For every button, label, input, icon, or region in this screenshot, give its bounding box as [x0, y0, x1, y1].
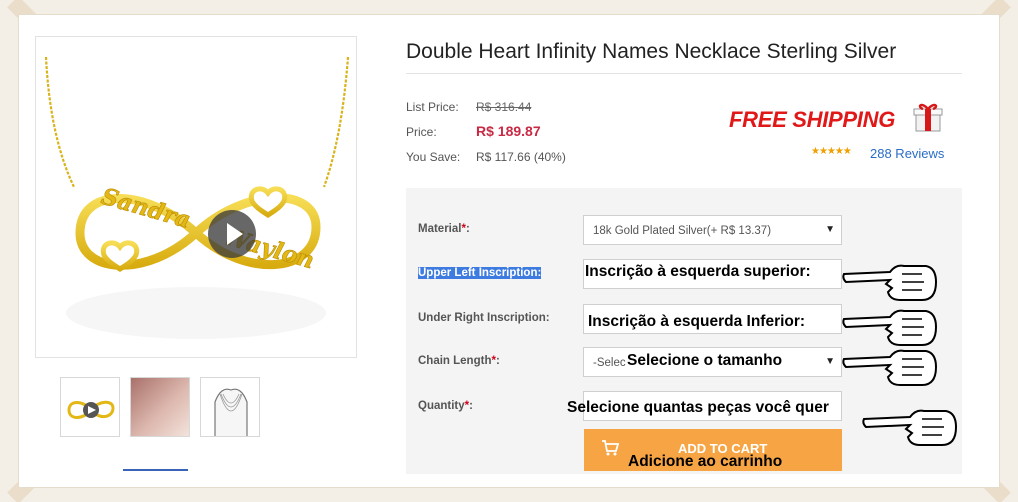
pointing-hand-icon	[862, 409, 958, 446]
thumbnail-model[interactable]	[130, 377, 190, 437]
list-price-label: List Price:	[406, 100, 459, 114]
play-icon[interactable]	[208, 210, 256, 258]
price-label: Price:	[406, 125, 437, 139]
necklace-illustration: Sandra Waylon	[44, 56, 350, 339]
price: R$ 189.87	[476, 123, 541, 139]
material-value: 18k Gold Plated Silver(+ R$ 13.37)	[593, 225, 772, 237]
add-to-cart-overlay: Adicione ao carrinho	[628, 453, 783, 470]
product-main-image[interactable]: Sandra Waylon	[35, 36, 357, 358]
upper-left-inscription-overlay: Inscrição à esquerda superior:	[585, 263, 811, 280]
list-price: R$ 316.44	[476, 100, 532, 114]
you-save: R$ 117.66 (40%)	[476, 150, 566, 164]
chain-length-overlay: Selecione o tamanho	[627, 352, 783, 369]
thumbnail-video[interactable]	[60, 377, 120, 437]
divider	[406, 73, 962, 74]
thumbnail-scrollbar[interactable]	[123, 469, 188, 471]
under-right-inscription-label: Under Right Inscription:	[418, 312, 550, 324]
quantity-label: Quantity*:	[418, 400, 473, 412]
pointing-hand-icon	[842, 349, 938, 386]
free-shipping-banner: FREE SHIPPING	[729, 107, 896, 132]
under-right-inscription-overlay: Inscrição à esquerda Inferior:	[588, 313, 806, 330]
upper-left-inscription-label: Upper Left Inscription:	[418, 267, 542, 279]
you-save-label: You Save:	[406, 150, 461, 164]
cart-icon	[602, 440, 619, 456]
pointing-hand-icon	[842, 309, 938, 346]
thumbnail-size-chart[interactable]	[200, 377, 260, 437]
product-title: Double Heart Infinity Names Necklace Ste…	[406, 40, 897, 63]
reviews-link[interactable]: 288 Reviews	[870, 146, 944, 161]
material-select[interactable]: 18k Gold Plated Silver(+ R$ 13.37) ▼	[583, 215, 842, 245]
gift-icon	[913, 103, 943, 132]
quantity-overlay: Selecione quantas peças você quer	[567, 399, 829, 416]
chain-length-value: -Selec	[593, 357, 626, 369]
pointing-hand-icon	[842, 264, 938, 301]
caret-down-icon: ▼	[825, 356, 835, 367]
material-label: Material*:	[418, 223, 470, 235]
rating-stars: ★★★★★	[811, 146, 852, 157]
engraving-name-1: Sandra	[98, 183, 193, 234]
caret-down-icon: ▼	[825, 224, 835, 235]
chain-length-label: Chain Length*:	[418, 355, 500, 367]
